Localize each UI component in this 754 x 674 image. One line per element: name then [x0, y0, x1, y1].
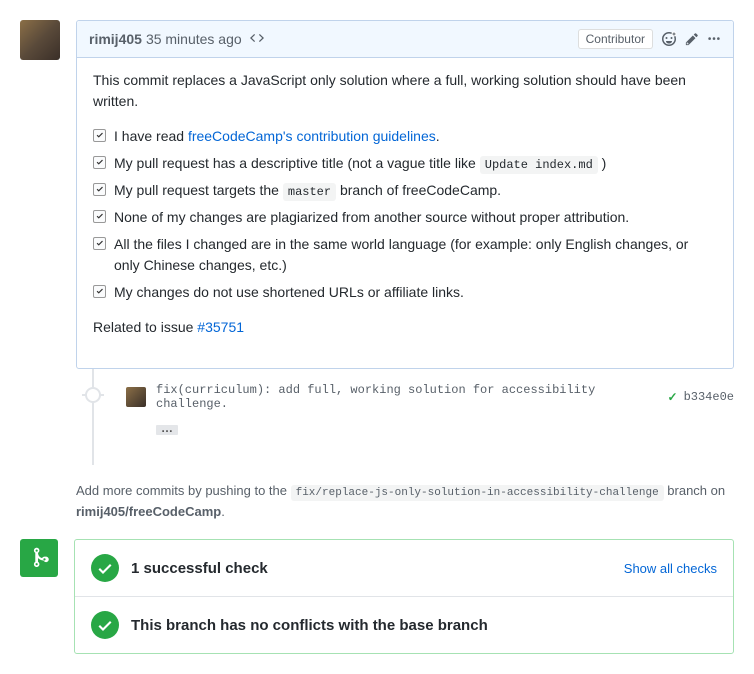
author-link[interactable]: rimij405 — [89, 31, 142, 47]
conflicts-row: This branch has no conflicts with the ba… — [75, 596, 733, 653]
avatar[interactable] — [20, 20, 60, 60]
checklist-item: None of my changes are plagiarized from … — [93, 207, 717, 228]
commit-marker-icon — [85, 387, 101, 403]
checklist-item: My pull request has a descriptive title … — [93, 153, 717, 174]
comment-container: rimij405 35 minutes ago Contributor — [20, 20, 734, 369]
related-issue: Related to issue #35751 — [93, 317, 717, 338]
check-icon[interactable]: ✓ — [668, 390, 678, 405]
checklist-item: All the files I changed are in the same … — [93, 234, 717, 276]
checkbox-icon[interactable] — [93, 237, 106, 250]
checkbox-icon[interactable] — [93, 156, 106, 169]
comment-body: This commit replaces a JavaScript only s… — [77, 58, 733, 368]
checklist: I have read freeCodeCamp's contribution … — [93, 126, 717, 303]
contributor-badge: Contributor — [578, 29, 653, 49]
checkbox-icon[interactable] — [93, 210, 106, 223]
push-tip: Add more commits by pushing to the fix/r… — [76, 481, 734, 521]
show-all-checks-link[interactable]: Show all checks — [624, 561, 717, 576]
commit-message[interactable]: fix(curriculum): add full, working solut… — [156, 383, 668, 411]
commit-sha[interactable]: b334e0e — [684, 390, 734, 404]
success-icon — [91, 554, 119, 582]
branch-name: fix/replace-js-only-solution-in-accessib… — [291, 485, 664, 501]
checklist-item: My changes do not use shortened URLs or … — [93, 282, 717, 303]
add-reaction-icon[interactable] — [661, 31, 677, 47]
merge-area: 1 successful check Show all checks This … — [20, 539, 734, 654]
guidelines-link[interactable]: freeCodeCamp's contribution guidelines — [188, 128, 436, 144]
conflicts-label: This branch has no conflicts with the ba… — [131, 617, 717, 634]
commit-avatar[interactable] — [126, 387, 146, 407]
body-intro: This commit replaces a JavaScript only s… — [93, 70, 717, 112]
checklist-item: I have read freeCodeCamp's contribution … — [93, 126, 717, 147]
ellipsis-button[interactable]: … — [156, 425, 178, 435]
repo-name: rimij405/freeCodeCamp — [76, 504, 221, 519]
kebab-icon[interactable] — [707, 32, 721, 46]
code-icon[interactable] — [250, 31, 264, 48]
checkbox-icon[interactable] — [93, 183, 106, 196]
inline-code: Update index.md — [480, 156, 598, 174]
timestamp[interactable]: 35 minutes ago — [146, 31, 242, 47]
checks-row: 1 successful check Show all checks — [75, 540, 733, 596]
edit-icon[interactable] — [685, 32, 699, 46]
comment-box: rimij405 35 minutes ago Contributor — [76, 20, 734, 369]
comment-header: rimij405 35 minutes ago Contributor — [77, 21, 733, 58]
comment-actions: Contributor — [578, 29, 721, 49]
checkbox-icon[interactable] — [93, 285, 106, 298]
inline-code: master — [283, 183, 336, 201]
merge-status-box: 1 successful check Show all checks This … — [74, 539, 734, 654]
checkbox-icon[interactable] — [93, 129, 106, 142]
merge-icon — [20, 539, 58, 577]
success-icon — [91, 611, 119, 639]
checklist-item: My pull request targets the master branc… — [93, 180, 717, 201]
timeline: fix(curriculum): add full, working solut… — [76, 369, 734, 455]
issue-link[interactable]: #35751 — [197, 319, 244, 335]
commit-row: fix(curriculum): add full, working solut… — [76, 369, 734, 419]
